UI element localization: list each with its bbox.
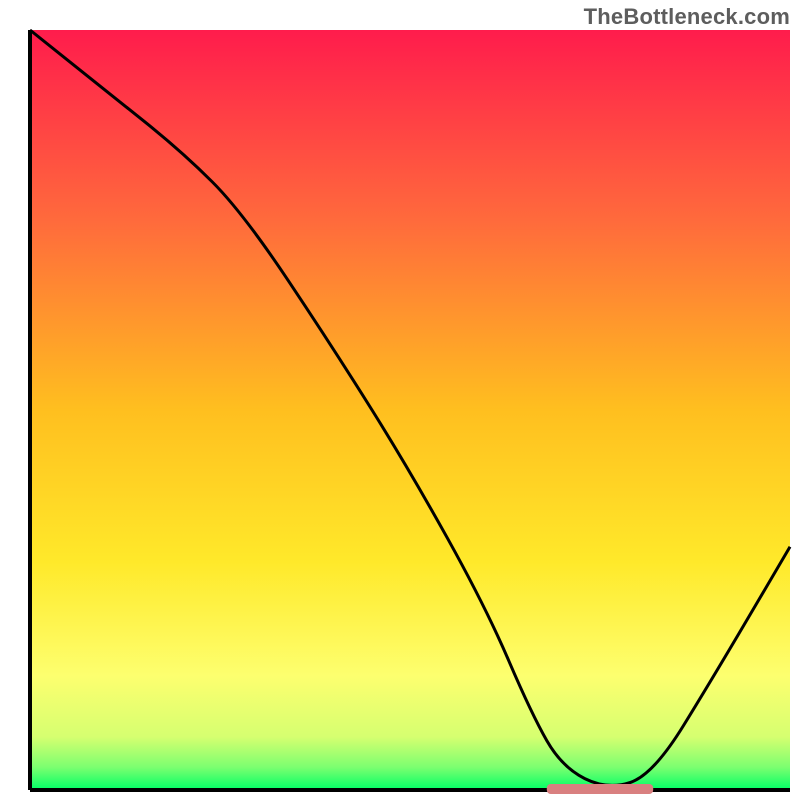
- chart-container: TheBottleneck.com: [0, 0, 800, 800]
- bottleneck-chart: [0, 0, 800, 800]
- plot-background: [30, 30, 790, 790]
- target-marker: [547, 784, 653, 794]
